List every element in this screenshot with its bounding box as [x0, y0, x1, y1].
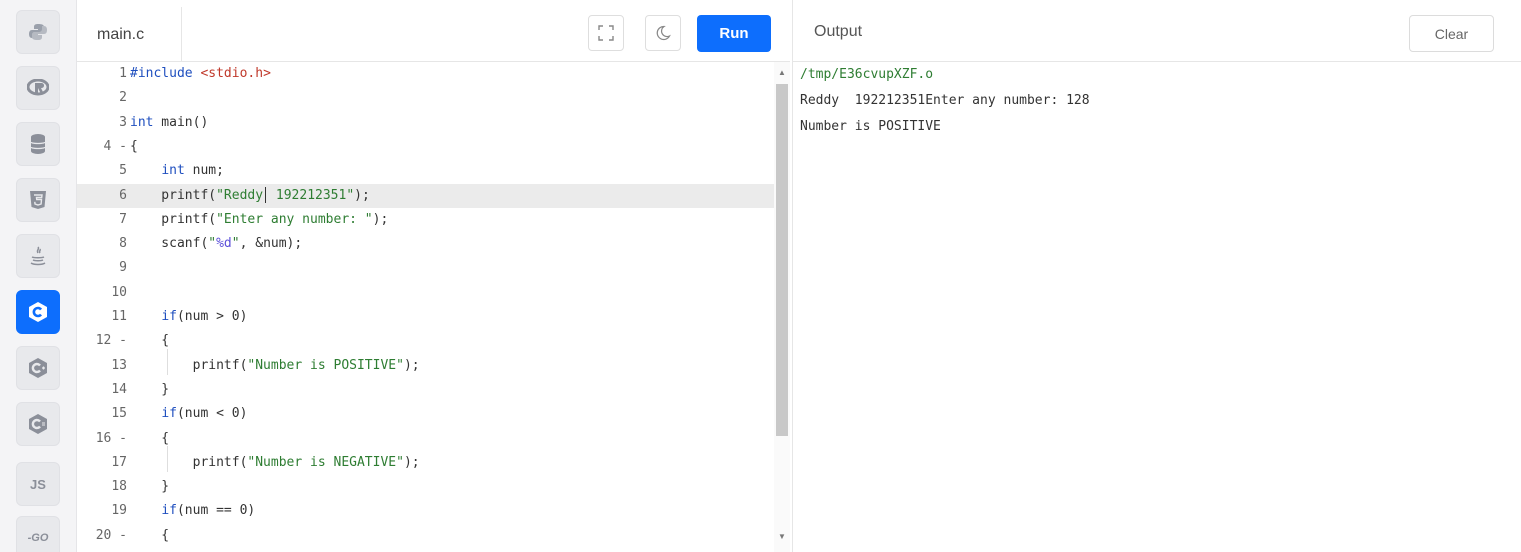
code-line: 9	[119, 260, 127, 276]
r-language-button[interactable]	[16, 66, 60, 110]
code-line: 10	[111, 284, 127, 300]
dark-mode-button[interactable]	[645, 15, 681, 51]
cpp-icon	[29, 358, 47, 378]
code-line: 18 }	[111, 479, 170, 495]
code-line: 11 if(num > 0)	[111, 309, 248, 324]
output-line: Reddy 192212351Enter any number: 128	[800, 93, 1090, 108]
file-name: main.c	[97, 25, 145, 43]
r-icon	[27, 79, 49, 96]
scroll-down-icon[interactable]: ▼	[778, 532, 786, 541]
code-line: 17 printf("Number is NEGATIVE");	[111, 454, 420, 470]
html5-icon	[30, 191, 46, 209]
python-icon	[29, 24, 47, 40]
go-icon: -GO	[27, 532, 49, 544]
code-line: 5 int num;	[119, 163, 224, 179]
fullscreen-button[interactable]	[588, 15, 624, 51]
python-language-button[interactable]	[16, 10, 60, 54]
panel-divider[interactable]	[792, 0, 793, 552]
c-language-button[interactable]	[16, 290, 60, 334]
scroll-thumb[interactable]	[776, 84, 788, 436]
javascript-language-button[interactable]: JS	[16, 462, 60, 506]
code-line: 8 scanf("%d", &num);	[119, 236, 303, 252]
code-line: 3 int main()	[119, 114, 209, 130]
editor-scrollbar[interactable]: ▲ ▼	[774, 62, 790, 552]
java-icon	[30, 246, 46, 266]
code-line: 1 #include <stdio.h>	[119, 66, 271, 81]
code-line-active: 6 printf("Reddy 192212351");	[77, 183, 774, 208]
code-line: 13 printf("Number is POSITIVE");	[111, 357, 420, 373]
code-line: 14 }	[111, 381, 170, 397]
code-line: 4 -{	[103, 138, 138, 154]
code-line: 12 - {	[95, 333, 170, 349]
database-icon	[30, 134, 46, 154]
text-cursor	[265, 187, 267, 203]
file-tab[interactable]: main.c	[77, 7, 182, 62]
code-editor[interactable]: 1 #include <stdio.h> 2 3 int main() 4 -{ 5…	[77, 62, 790, 552]
code-line: 19 if(num == 0)	[111, 503, 256, 519]
js-icon: JS	[30, 476, 46, 492]
output-title: Output	[814, 23, 863, 40]
output-header: Output Clear	[793, 0, 1521, 62]
output-console: /tmp/E36cvupXZF.o Reddy 192212351Enter a…	[800, 62, 1510, 140]
go-language-button[interactable]: -GO	[16, 516, 60, 552]
editor-header: main.c Run	[77, 0, 790, 62]
moon-icon	[656, 25, 671, 41]
code-line: 15 if(num < 0)	[111, 406, 248, 422]
c-icon	[29, 302, 47, 322]
code-line: 16 - {	[95, 430, 170, 446]
clear-button[interactable]: Clear	[1409, 15, 1494, 52]
run-button[interactable]: Run	[697, 15, 771, 52]
language-sidebar: JS -GO	[0, 0, 77, 552]
fullscreen-icon	[598, 25, 614, 41]
code-line: 20 - {	[95, 527, 170, 543]
sql-language-button[interactable]	[16, 122, 60, 166]
code-line: 2	[119, 90, 127, 106]
csharp-language-button[interactable]	[16, 402, 60, 446]
cpp-language-button[interactable]	[16, 346, 60, 390]
java-language-button[interactable]	[16, 234, 60, 278]
code-line: 7 printf("Enter any number: ");	[119, 211, 389, 227]
output-line: /tmp/E36cvupXZF.o	[800, 67, 934, 82]
html-language-button[interactable]	[16, 178, 60, 222]
scroll-up-icon[interactable]: ▲	[778, 68, 786, 77]
csharp-icon	[29, 414, 47, 434]
output-line: Number is POSITIVE	[800, 119, 941, 134]
